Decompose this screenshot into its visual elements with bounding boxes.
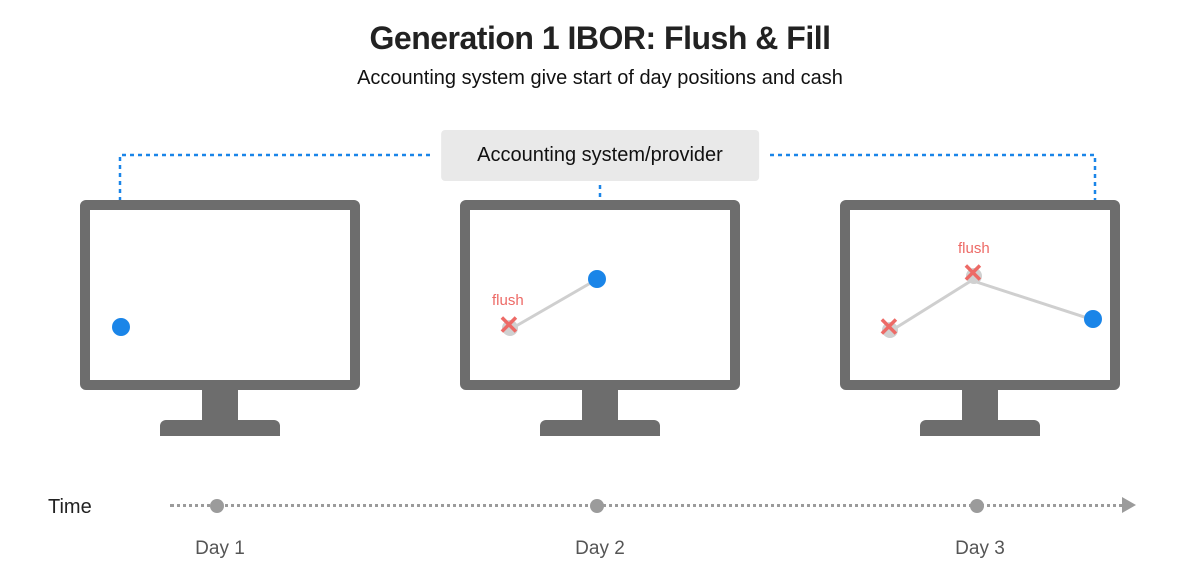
- monitor-stand-icon: [582, 390, 618, 420]
- data-point-icon: [1084, 310, 1102, 328]
- time-axis: [170, 504, 1130, 507]
- flush-label: flush: [958, 240, 990, 257]
- monitor-base-icon: [540, 420, 660, 436]
- monitor-stand-icon: [962, 390, 998, 420]
- trend-line-icon: [889, 279, 972, 332]
- data-point-icon: [112, 318, 130, 336]
- monitor-stand-icon: [202, 390, 238, 420]
- timeline-dot-icon: [590, 499, 604, 513]
- arrow-right-icon: [1122, 497, 1136, 513]
- timeline-dot-icon: [210, 499, 224, 513]
- data-point-icon: [588, 270, 606, 288]
- trend-line-icon: [975, 280, 1090, 320]
- flush-label: flush: [492, 292, 524, 309]
- x-mark-icon: ✕: [878, 314, 900, 340]
- day-label-3: Day 3: [920, 538, 1040, 560]
- x-mark-icon: ✕: [962, 260, 984, 286]
- monitor-day3: ✕ ✕ flush: [840, 200, 1120, 436]
- timeline-dot-icon: [970, 499, 984, 513]
- provider-box: Accounting system/provider: [441, 130, 759, 181]
- monitor-row: ✕ flush ✕ ✕ flush: [0, 200, 1200, 460]
- time-axis-label: Time: [48, 496, 92, 519]
- diagram-title: Generation 1 IBOR: Flush & Fill: [0, 0, 1200, 57]
- screen-day2: ✕ flush: [460, 200, 740, 390]
- monitor-base-icon: [160, 420, 280, 436]
- diagram-subtitle: Accounting system give start of day posi…: [0, 67, 1200, 90]
- screen-day3: ✕ ✕ flush: [840, 200, 1120, 390]
- day-label-1: Day 1: [160, 538, 280, 560]
- monitor-base-icon: [920, 420, 1040, 436]
- screen-day1: [80, 200, 360, 390]
- day-label-2: Day 2: [540, 538, 660, 560]
- monitor-day1: [80, 200, 360, 436]
- monitor-day2: ✕ flush: [460, 200, 740, 436]
- x-mark-icon: ✕: [498, 312, 520, 338]
